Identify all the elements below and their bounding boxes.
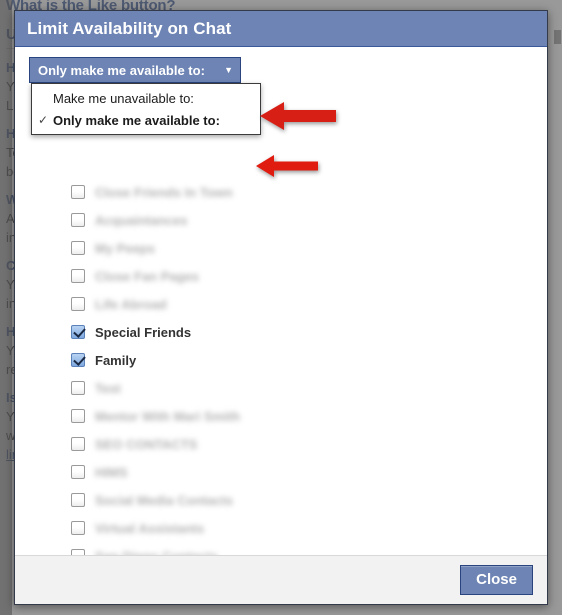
- list-item-label: Test: [95, 380, 121, 396]
- select-option-label: Make me unavailable to:: [53, 90, 194, 106]
- select-option-unavailable[interactable]: Make me unavailable to:: [32, 87, 260, 109]
- availability-select-menu: Make me unavailable to: ✓ Only make me a…: [31, 83, 261, 135]
- list-item-label: Virtual Assistants: [95, 520, 205, 536]
- left-arrow-icon: [260, 101, 336, 136]
- checkbox[interactable]: [71, 297, 85, 311]
- list-item-label: San Diego Contacts: [95, 549, 218, 556]
- list-item-label: Acquaintances: [95, 212, 188, 228]
- list-item[interactable]: Acquaintances: [71, 206, 491, 234]
- friend-list-options: Close Friends In Town Acquaintances My P…: [71, 178, 491, 555]
- list-item[interactable]: San Diego Contacts: [71, 542, 491, 555]
- list-item[interactable]: Mentor With Mari Smith: [71, 402, 491, 430]
- checkbox[interactable]: [71, 465, 85, 479]
- checkbox[interactable]: [71, 521, 85, 535]
- list-item[interactable]: Social Media Contacts: [71, 486, 491, 514]
- dialog-footer: Close: [15, 555, 547, 604]
- list-item-label: Family: [95, 352, 137, 368]
- list-item[interactable]: Life Abroad: [71, 290, 491, 318]
- list-item-label: Mentor With Mari Smith: [95, 408, 241, 424]
- checkbox[interactable]: [71, 269, 85, 283]
- list-item[interactable]: My Peeps: [71, 234, 491, 262]
- checkbox[interactable]: [71, 241, 85, 255]
- list-item-special-friends[interactable]: Special Friends: [71, 318, 491, 346]
- list-item-label: Social Media Contacts: [95, 492, 233, 508]
- check-icon: ✓: [38, 113, 49, 127]
- checkbox-checked[interactable]: [71, 325, 85, 339]
- list-item-family[interactable]: Family: [71, 346, 491, 374]
- left-arrow-icon: [256, 154, 318, 183]
- list-item-label: SEO CONTACTS: [95, 436, 198, 452]
- dialog-titlebar: Limit Availability on Chat: [15, 11, 547, 47]
- checkbox[interactable]: [71, 493, 85, 507]
- list-item[interactable]: Test: [71, 374, 491, 402]
- select-option-available[interactable]: ✓ Only make me available to:: [32, 109, 260, 131]
- checkbox[interactable]: [71, 549, 85, 555]
- select-option-label: Only make me available to:: [53, 112, 220, 128]
- list-item[interactable]: Close Fan Pages: [71, 262, 491, 290]
- close-button[interactable]: Close: [460, 565, 533, 595]
- dialog-title: Limit Availability on Chat: [27, 18, 232, 38]
- availability-select[interactable]: Only make me available to: ▼: [29, 57, 241, 83]
- list-item-label: Close Fan Pages: [95, 268, 200, 284]
- checkbox-checked[interactable]: [71, 353, 85, 367]
- list-item-label: Close Friends In Town: [95, 184, 233, 200]
- list-item[interactable]: SEO CONTACTS: [71, 430, 491, 458]
- limit-availability-dialog: Limit Availability on Chat Only make me …: [14, 10, 548, 605]
- availability-select-wrap: Only make me available to: ▼ Make me una…: [29, 57, 261, 135]
- list-item-label: HIMS: [95, 464, 128, 480]
- list-item-label: My Peeps: [95, 240, 155, 256]
- checkbox[interactable]: [71, 213, 85, 227]
- checkbox[interactable]: [71, 185, 85, 199]
- list-item-label: Life Abroad: [95, 296, 167, 312]
- chevron-down-icon: ▼: [224, 64, 233, 75]
- checkbox[interactable]: [71, 409, 85, 423]
- list-item-label: Special Friends: [95, 324, 192, 340]
- list-item[interactable]: HIMS: [71, 458, 491, 486]
- list-item[interactable]: Virtual Assistants: [71, 514, 491, 542]
- checkbox[interactable]: [71, 381, 85, 395]
- window-frame-left: [0, 0, 12, 615]
- dialog-body: Only make me available to: ▼ Make me una…: [15, 47, 547, 555]
- checkbox[interactable]: [71, 437, 85, 451]
- availability-select-value: Only make me available to:: [38, 62, 205, 78]
